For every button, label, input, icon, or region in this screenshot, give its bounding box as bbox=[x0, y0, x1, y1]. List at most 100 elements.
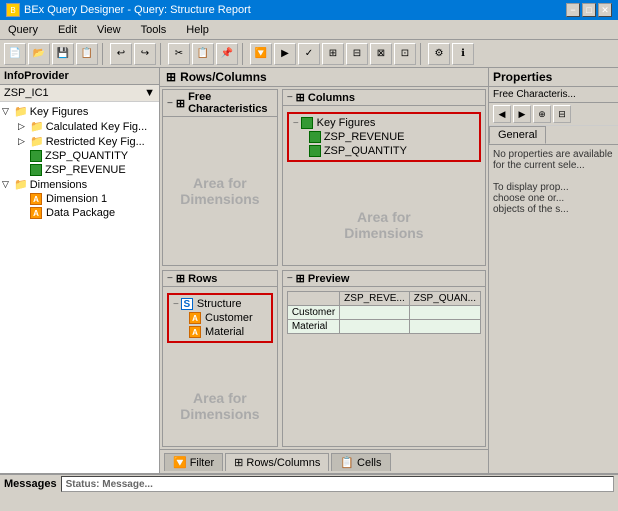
rows-cols-icon: ⊞ bbox=[166, 70, 176, 84]
zsp-rev-label: ZSP_REVENUE bbox=[45, 164, 126, 176]
properties-title: Properties bbox=[493, 70, 552, 84]
col-revenue[interactable]: ZSP_REVENUE bbox=[309, 130, 475, 144]
prop-btn-1[interactable]: ◀ bbox=[493, 105, 511, 123]
tree-dimensions[interactable]: ▽ 📁 Dimensions bbox=[2, 177, 157, 192]
toolbar-sep-3 bbox=[242, 43, 246, 65]
settings-button[interactable]: ⚙ bbox=[428, 43, 450, 65]
tree-zsp-qty[interactable]: ZSP_QUANTITY bbox=[18, 149, 157, 163]
material-label: Material bbox=[205, 326, 244, 338]
tree-zsp-rev[interactable]: ZSP_REVENUE bbox=[18, 163, 157, 177]
kf-folder-icon: 📁 bbox=[14, 105, 28, 118]
tree-datapkg[interactable]: A Data Package bbox=[18, 206, 157, 220]
messages-content: Status: Message... bbox=[61, 476, 614, 492]
kf-box-expand[interactable]: − bbox=[293, 118, 299, 129]
prop-btn-2[interactable]: ▶ bbox=[513, 105, 531, 123]
infoprovider-label: InfoProvider bbox=[4, 70, 69, 82]
tab-cells[interactable]: 📋 Cells bbox=[331, 453, 390, 471]
toolbar-sep-1 bbox=[102, 43, 106, 65]
tree-keyfigures[interactable]: ▽ 📁 Key Figures bbox=[2, 104, 157, 119]
menu-help[interactable]: Help bbox=[182, 23, 213, 37]
tab-filter-label: Filter bbox=[190, 457, 214, 469]
open-button[interactable]: 📂 bbox=[28, 43, 50, 65]
free-chars-area-text: Area forDimensions bbox=[180, 175, 259, 207]
menu-query[interactable]: Query bbox=[4, 23, 42, 37]
kf-label: Key Figures bbox=[30, 106, 89, 118]
tab-filter[interactable]: 🔽 Filter bbox=[164, 453, 223, 471]
preview-icon: ⊞ bbox=[296, 272, 305, 285]
customer-label: Customer bbox=[205, 312, 253, 324]
rows-columns-panel: ⊞ Rows/Columns − ⊞ Free Characteristics … bbox=[160, 68, 488, 473]
properties-text: No properties are available for the curr… bbox=[493, 149, 613, 215]
tree-dim1[interactable]: A Dimension 1 bbox=[18, 192, 157, 206]
titlebar: B BEx Query Designer - Query: Structure … bbox=[0, 0, 618, 20]
bottom-tabs: 🔽 Filter ⊞ Rows/Columns 📋 Cells bbox=[160, 449, 488, 473]
preview-col-empty bbox=[287, 292, 339, 306]
prop-btn-4[interactable]: ⊟ bbox=[553, 105, 571, 123]
close-button[interactable]: ✕ bbox=[598, 3, 612, 17]
tab-general[interactable]: General bbox=[489, 126, 546, 144]
rows-expand[interactable]: − bbox=[167, 273, 173, 284]
check-button[interactable]: ✓ bbox=[298, 43, 320, 65]
preview-material-rev bbox=[340, 320, 410, 334]
menu-view[interactable]: View bbox=[93, 23, 125, 37]
new-button[interactable]: 📄 bbox=[4, 43, 26, 65]
cut-button[interactable]: ✂ bbox=[168, 43, 190, 65]
struct-icon: S bbox=[181, 298, 193, 310]
tree-restricted-kf[interactable]: ▷ 📁 Restricted Key Fig... bbox=[18, 134, 157, 149]
calc-kf-folder: 📁 bbox=[30, 120, 44, 133]
preview-col-quantity: ZSP_QUAN... bbox=[409, 292, 480, 306]
tool3-button[interactable]: ⊠ bbox=[370, 43, 392, 65]
calc-kf-expand: ▷ bbox=[18, 121, 28, 132]
undo-button[interactable]: ↩ bbox=[110, 43, 132, 65]
toolbar: 📄 📂 💾 📋 ↩ ↪ ✂ 📋 📌 🔽 ▶ ✓ ⊞ ⊟ ⊠ ⊡ ⚙ ℹ bbox=[0, 40, 618, 68]
menu-edit[interactable]: Edit bbox=[54, 23, 81, 37]
tool4-button[interactable]: ⊡ bbox=[394, 43, 416, 65]
columns-expand[interactable]: − bbox=[287, 92, 293, 103]
infoprovider-tree: ▽ 📁 Key Figures ▷ 📁 Calculated Key Fig..… bbox=[0, 102, 159, 473]
dim-expand-icon: ▽ bbox=[2, 179, 12, 190]
preview-panel: − ⊞ Preview ZSP_REVE... ZSP_QUAN... bbox=[282, 270, 486, 447]
tool1-button[interactable]: ⊞ bbox=[322, 43, 344, 65]
row-customer[interactable]: A Customer bbox=[189, 311, 267, 325]
save-as-button[interactable]: 📋 bbox=[76, 43, 98, 65]
rev-icon bbox=[30, 164, 42, 176]
tab-rowscols-label: Rows/Columns bbox=[246, 457, 320, 469]
dim1-icon: A bbox=[30, 193, 42, 205]
tab-rows-columns[interactable]: ⊞ Rows/Columns bbox=[225, 453, 329, 471]
maximize-button[interactable]: □ bbox=[582, 3, 596, 17]
columns-label: Columns bbox=[308, 92, 355, 104]
preview-customer-label: Customer bbox=[287, 306, 339, 320]
structure-header: − S Structure bbox=[173, 297, 267, 311]
tree-calc-kf[interactable]: ▷ 📁 Calculated Key Fig... bbox=[18, 119, 157, 134]
rows-icon: ⊞ bbox=[176, 272, 185, 285]
columns-header: − ⊞ Columns bbox=[283, 90, 485, 106]
minimize-button[interactable]: − bbox=[566, 3, 580, 17]
rows-cols-header: ⊞ Rows/Columns bbox=[160, 68, 488, 87]
save-button[interactable]: 💾 bbox=[52, 43, 74, 65]
key-figures-box: − Key Figures ZSP_REVENUE ZSP_QUAN bbox=[287, 112, 481, 162]
infoprovider-header: InfoProvider bbox=[0, 68, 159, 85]
col-quantity[interactable]: ZSP_QUANTITY bbox=[309, 144, 475, 158]
structure-label: Structure bbox=[197, 298, 242, 310]
provider-dropdown[interactable]: ▼ bbox=[144, 87, 155, 99]
menu-tools[interactable]: Tools bbox=[137, 23, 171, 37]
tool2-button[interactable]: ⊟ bbox=[346, 43, 368, 65]
paste-button[interactable]: 📌 bbox=[216, 43, 238, 65]
free-chars-expand[interactable]: − bbox=[167, 98, 173, 109]
toolbar-sep-2 bbox=[160, 43, 164, 65]
prop-btn-3[interactable]: ⊕ bbox=[533, 105, 551, 123]
preview-label: Preview bbox=[308, 273, 350, 285]
free-chars-panel: − ⊞ Free Characteristics Area forDimensi… bbox=[162, 89, 278, 266]
row-material[interactable]: A Material bbox=[189, 325, 267, 339]
redo-button[interactable]: ↪ bbox=[134, 43, 156, 65]
columns-icon: ⊞ bbox=[296, 91, 305, 104]
quantity-label: ZSP_QUANTITY bbox=[324, 145, 407, 157]
struct-expand[interactable]: − bbox=[173, 299, 179, 310]
copy-button[interactable]: 📋 bbox=[192, 43, 214, 65]
run-button[interactable]: ▶ bbox=[274, 43, 296, 65]
zsp-qty-label: ZSP_QUANTITY bbox=[45, 150, 128, 162]
preview-expand[interactable]: − bbox=[287, 273, 293, 284]
filter-button[interactable]: 🔽 bbox=[250, 43, 272, 65]
info-button[interactable]: ℹ bbox=[452, 43, 474, 65]
titlebar-controls[interactable]: − □ ✕ bbox=[566, 3, 612, 17]
